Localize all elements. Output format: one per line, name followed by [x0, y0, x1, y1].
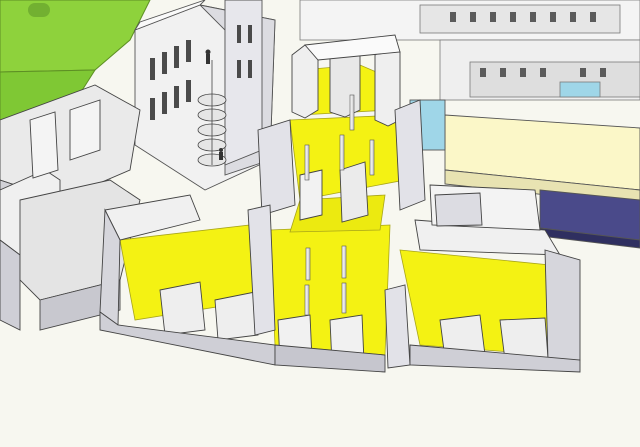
model-viewport[interactable] — [0, 0, 640, 447]
